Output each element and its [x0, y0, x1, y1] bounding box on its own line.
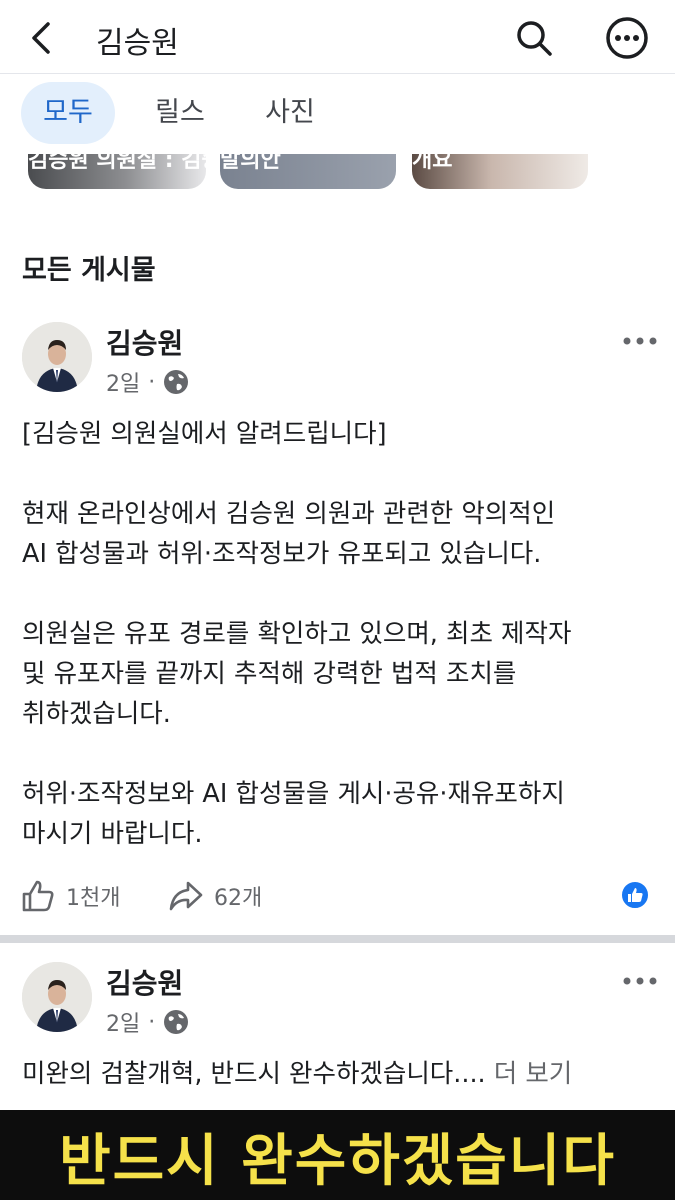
chevron-left-icon [32, 22, 50, 54]
share-count: 62개 [214, 886, 263, 911]
meta-separator: · [148, 1009, 156, 1035]
see-more-link[interactable]: 더 보기 [494, 1059, 573, 1089]
featured-thumbnail[interactable]: 발의안 [220, 154, 396, 189]
back-button[interactable] [22, 16, 62, 60]
tab-reels[interactable]: 릴스 [140, 82, 220, 144]
post-more-button[interactable] [620, 332, 660, 345]
thumbnail-caption: 개요 [412, 154, 453, 173]
featured-thumbnail[interactable]: 김승원 의원실 : 김승 [28, 154, 206, 189]
post-divider [0, 935, 675, 943]
thumbs-up-icon [22, 880, 54, 912]
like-reaction-badge[interactable] [620, 880, 650, 910]
avatar[interactable] [22, 322, 92, 392]
video-preview[interactable]: 반드시 완수하겠습니다 [0, 1110, 675, 1200]
tab-photos[interactable]: 사진 [250, 82, 330, 144]
like-reaction-icon [628, 888, 643, 902]
more-options-button[interactable] [604, 15, 650, 61]
top-bar: 김승원 [0, 0, 675, 74]
profile-photo-icon [22, 322, 92, 392]
more-horizontal-icon [606, 17, 648, 59]
post-more-button[interactable] [620, 972, 660, 985]
post-time[interactable]: 2일 [106, 1006, 140, 1038]
share-arrow-icon [169, 881, 203, 911]
more-dots-icon [623, 977, 657, 985]
post-text: 미완의 검찰개혁, 반드시 완수하겠습니다.... [22, 1059, 486, 1089]
post-paragraph: 현재 온라인상에서 김승원 의원과 관련한 악의적인 AI 합성물과 허위·조작… [22, 499, 556, 569]
post-author[interactable]: 김승원 [106, 322, 183, 362]
meta-separator: · [148, 369, 156, 395]
video-caption: 반드시 완수하겠습니다 [59, 1129, 616, 1194]
post-meta: 2일 · [106, 366, 189, 398]
section-title: 모든 게시물 [22, 255, 156, 286]
post-actions: 1천개 62개 [20, 876, 660, 918]
post-paragraph: [김승원 의원실에서 알려드립니다] [22, 419, 387, 449]
featured-thumbnail[interactable]: 개요 [412, 154, 588, 189]
thumbnail-caption: 발의안 [220, 154, 281, 173]
search-icon [517, 21, 552, 56]
profile-photo-icon [22, 962, 92, 1032]
post-meta: 2일 · [106, 1006, 189, 1038]
post-time[interactable]: 2일 [106, 366, 140, 398]
share-button[interactable]: 62개 [168, 878, 262, 914]
avatar[interactable] [22, 962, 92, 1032]
more-dots-icon [623, 337, 657, 345]
post-paragraph: 의원실은 유포 경로를 확인하고 있으며, 최초 제작자 및 유포자를 끝까지 … [22, 619, 572, 729]
thumbnail-caption: 김승원 의원실 : 김승 [28, 154, 206, 173]
like-button[interactable]: 1천개 [20, 878, 120, 914]
like-count: 1천개 [66, 886, 121, 911]
filter-tabs: 모두 릴스 사진 [0, 74, 675, 154]
tab-all[interactable]: 모두 [21, 82, 115, 144]
post-body: [김승원 의원실에서 알려드립니다] 현재 온라인상에서 김승원 의원과 관련한… [22, 414, 662, 854]
post-body: 미완의 검찰개혁, 반드시 완수하겠습니다.... 더 보기 [22, 1054, 662, 1094]
post-paragraph: 허위·조작정보와 AI 합성물을 게시·공유·재유포하지 마시기 바랍니다. [22, 779, 565, 849]
globe-icon [164, 370, 189, 394]
post-author[interactable]: 김승원 [106, 962, 183, 1002]
search-button[interactable] [512, 16, 556, 60]
page-title: 김승원 [96, 26, 179, 61]
globe-icon [164, 1010, 189, 1034]
